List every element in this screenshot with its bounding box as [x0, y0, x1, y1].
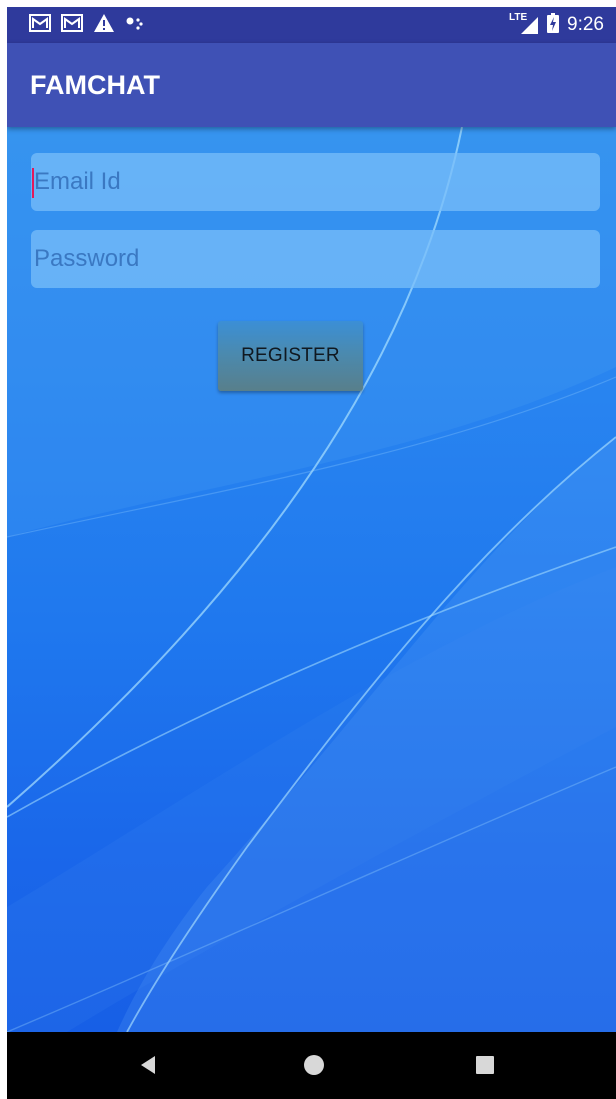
- recents-icon: [476, 1056, 494, 1074]
- home-button[interactable]: [299, 1050, 329, 1080]
- status-bar: LTE 9:26: [7, 7, 616, 43]
- battery-charging-icon: [547, 12, 560, 38]
- app-title: FAMCHAT: [30, 70, 160, 100]
- lte-signal-icon: LTE: [509, 12, 539, 36]
- gmail-icon: [29, 13, 51, 38]
- back-icon: [141, 1056, 155, 1074]
- notification-icons: [29, 13, 145, 38]
- status-time: 9:26: [567, 14, 604, 35]
- system-icons: LTE 9:26: [509, 12, 604, 38]
- register-button[interactable]: REGISTER: [218, 321, 363, 391]
- home-icon: [304, 1055, 324, 1075]
- phone-screen: LTE 9:26 FAMCHAT Email Id REGISTER: [7, 7, 616, 1099]
- password-input[interactable]: [31, 230, 600, 288]
- recents-button[interactable]: [470, 1050, 500, 1080]
- app-bar: FAMCHAT: [7, 43, 616, 127]
- assistant-dots-icon: [125, 13, 145, 38]
- email-field[interactable]: [31, 153, 600, 211]
- gmail-icon: [61, 13, 83, 38]
- back-button[interactable]: [133, 1050, 163, 1080]
- navigation-bar: [7, 1032, 616, 1099]
- warning-icon: [93, 13, 115, 38]
- password-field[interactable]: [31, 230, 600, 288]
- email-input[interactable]: [31, 153, 600, 211]
- text-cursor: [32, 168, 34, 198]
